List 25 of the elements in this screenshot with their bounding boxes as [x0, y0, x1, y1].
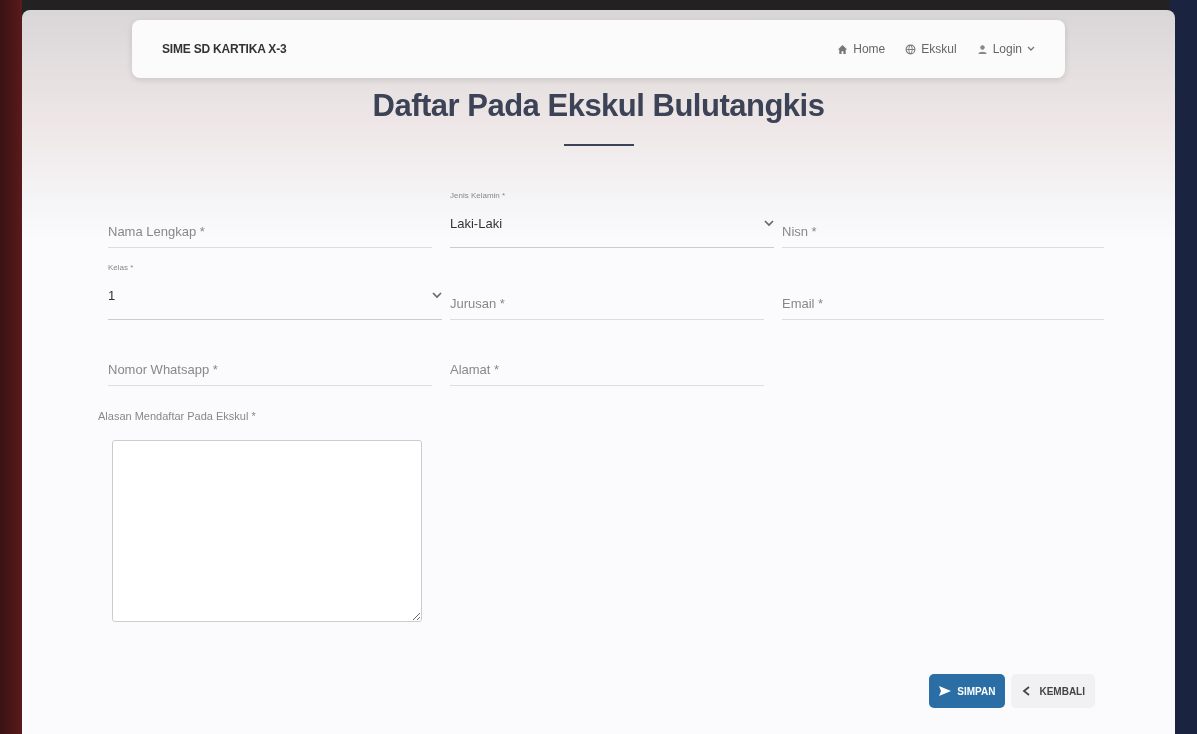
user-icon: [976, 43, 988, 55]
select-field[interactable]: 1: [108, 282, 442, 320]
text-field[interactable]: Nama Lengkap *: [108, 216, 432, 248]
select-field[interactable]: Laki-Laki: [450, 210, 774, 248]
text-field[interactable]: Nomor Whatsapp *: [108, 354, 432, 386]
nav-link[interactable]: Ekskul: [905, 42, 957, 56]
send-icon: [939, 686, 952, 696]
page-title: Daftar Pada Ekskul Bulutangkis: [371, 88, 826, 124]
globe-icon: [905, 43, 917, 55]
nav-link[interactable]: Login: [976, 42, 1035, 56]
chevron-down-icon: [764, 220, 774, 227]
text-field[interactable]: Email *: [782, 288, 1104, 320]
save-button[interactable]: SIMPAN: [929, 674, 1006, 708]
back-button[interactable]: KEMBALI: [1011, 674, 1095, 708]
field-label: Jenis Kelamin *: [450, 191, 507, 200]
text-field[interactable]: Alamat *: [450, 354, 764, 386]
text-field[interactable]: Nisn *: [782, 216, 1104, 248]
text-field[interactable]: Jurusan *: [450, 288, 764, 320]
chevron-down-icon: [432, 292, 442, 299]
home-icon: [837, 43, 849, 55]
reason-textarea[interactable]: [112, 440, 422, 622]
brand-name: SIME SD KARTIKA X-3: [162, 42, 287, 56]
nav-link[interactable]: Home: [837, 42, 886, 56]
field-label: Kelas *: [108, 263, 135, 272]
field-label: Alasan Mendaftar Pada Ekskul *: [98, 410, 257, 422]
